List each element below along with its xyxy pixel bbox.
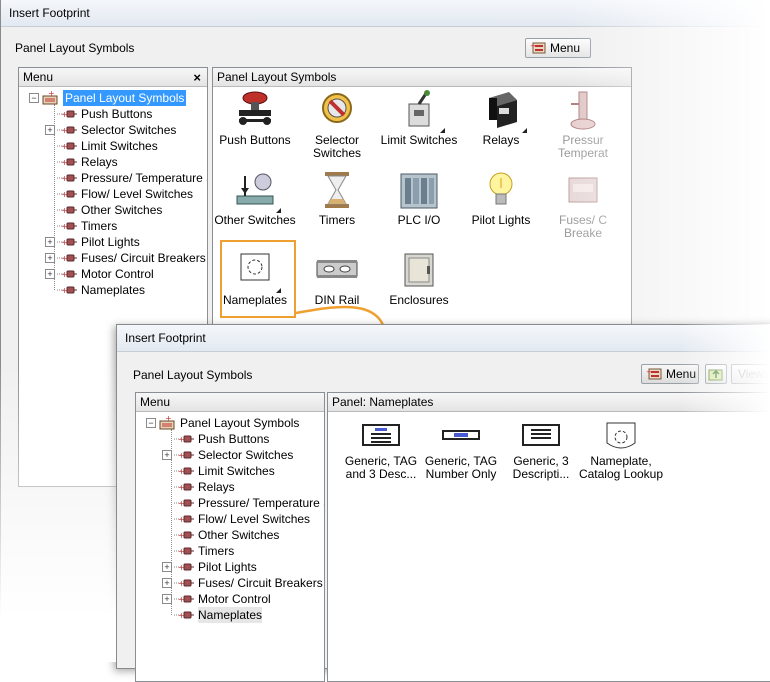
nameplate-tag-desc-icon — [362, 424, 400, 446]
expand-icon[interactable]: + — [162, 562, 172, 572]
front-nameplates-panel-header: Panel: Nameplates — [328, 393, 770, 412]
symbol-node-icon: + — [174, 531, 194, 540]
nameplate-tag-only-icon — [442, 430, 480, 440]
front-insert-footprint-dialog: Insert Footprint Panel Layout Symbols + … — [116, 324, 770, 682]
symbol-node-icon: + — [174, 515, 194, 524]
expand-icon[interactable]: + — [162, 594, 172, 604]
tree-item-label[interactable]: Other Switches — [198, 527, 279, 543]
symbol-node-icon: + — [174, 563, 194, 572]
symbol-node-icon: + — [174, 579, 194, 588]
tree-item[interactable]: + + Fuses/ Circuit Breakers — [142, 575, 324, 591]
tile-generic-tag-3-desc[interactable]: Generic, TAG and 3 Desc... — [336, 421, 426, 481]
tree-item[interactable]: + Flow/ Level Switches — [142, 511, 324, 527]
tile-label: Generic, 3 Descripti... — [512, 454, 570, 481]
tree-item[interactable]: + Push Buttons — [142, 431, 324, 447]
tree-item-label[interactable]: Selector Switches — [198, 447, 293, 463]
tile-label: Nameplate, Catalog Lookup — [578, 454, 664, 481]
front-menu-button-label: Menu — [666, 367, 697, 381]
tree-item[interactable]: + + Motor Control — [142, 591, 324, 607]
symbol-node-icon: + — [174, 547, 194, 556]
front-menu-panel-header: Menu — [136, 393, 324, 412]
front-nameplates-panel-title: Panel: Nameplates — [332, 395, 434, 409]
views-button-label: Views — [738, 367, 770, 381]
front-menu-tree: − + Panel Layout Symbols + Push Buttons + +… — [142, 415, 324, 623]
front-header-label: Panel Layout Symbols — [133, 368, 253, 382]
svg-text:+: + — [165, 415, 172, 423]
tree-item-label[interactable]: Motor Control — [198, 591, 271, 607]
tree-item[interactable]: + Nameplates — [142, 607, 324, 623]
expand-icon[interactable]: + — [162, 450, 172, 460]
symbol-node-icon: + — [174, 499, 194, 508]
tile-label: Generic, TAG and 3 Desc... — [344, 454, 418, 481]
tree-item-label[interactable]: Pressure/ Temperature Sw — [198, 495, 324, 511]
up-arrow-folder-icon — [708, 369, 723, 381]
tree-item[interactable]: + + Pilot Lights — [142, 559, 324, 575]
tree-item-label[interactable]: Nameplates — [198, 607, 263, 623]
tree-item-label[interactable]: Pilot Lights — [198, 559, 257, 575]
symbol-node-icon: + — [174, 435, 194, 444]
tree-item[interactable]: + Pressure/ Temperature Sw — [142, 495, 324, 511]
symbol-node-icon: + — [174, 467, 194, 476]
nameplate-catalog-icon — [606, 422, 636, 449]
tree-item-label[interactable]: Timers — [198, 543, 234, 559]
tile-generic-3-desc[interactable]: Generic, 3 Descripti... — [496, 421, 586, 481]
tree-item-label[interactable]: Relays — [198, 479, 235, 495]
tree-item[interactable]: + Other Switches — [142, 527, 324, 543]
tile-nameplate-catalog[interactable]: Nameplate, Catalog Lookup — [576, 421, 666, 481]
tree-item[interactable]: + Relays — [142, 479, 324, 495]
symbol-node-icon: + — [174, 451, 194, 460]
tile-label: Generic, TAG Number Only — [424, 454, 498, 481]
panel-layout-root-icon: + — [159, 415, 175, 430]
tree-item[interactable]: + Limit Switches — [142, 463, 324, 479]
front-menu-panel: Menu − + Panel Layout Symbols + Push Butt… — [135, 392, 325, 682]
tree-item-label[interactable]: Push Buttons — [198, 431, 269, 447]
expand-icon[interactable]: + — [162, 578, 172, 588]
tree-item[interactable]: + + Selector Switches — [142, 447, 324, 463]
front-nameplates-panel: Panel: Nameplates Generic, TAG and 3 Des… — [327, 392, 770, 682]
up-level-button[interactable] — [705, 364, 727, 384]
tree-item-label[interactable]: Fuses/ Circuit Breakers — [198, 575, 323, 591]
front-menu-button[interactable]: + Menu — [641, 364, 699, 384]
front-menu-panel-title: Menu — [140, 395, 171, 409]
svg-text:+: + — [646, 368, 652, 376]
views-button[interactable]: Views — [731, 364, 770, 384]
collapse-icon[interactable]: − — [146, 418, 156, 428]
tile-generic-tag-only[interactable]: Generic, TAG Number Only — [416, 421, 506, 481]
tree-item-label[interactable]: Flow/ Level Switches — [198, 511, 310, 527]
symbol-node-icon: + — [174, 483, 194, 492]
tree-root[interactable]: − + Panel Layout Symbols — [142, 415, 324, 431]
symbol-node-icon: + — [174, 611, 194, 620]
tree-item[interactable]: + Timers — [142, 543, 324, 559]
front-dialog-title: Insert Footprint — [117, 325, 770, 352]
symbol-node-icon: + — [174, 595, 194, 604]
nameplate-3-desc-icon — [522, 424, 560, 446]
tree-item-label[interactable]: Limit Switches — [198, 463, 275, 479]
tree-root-label[interactable]: Panel Layout Symbols — [180, 415, 299, 431]
menu-icon: + — [646, 368, 662, 380]
